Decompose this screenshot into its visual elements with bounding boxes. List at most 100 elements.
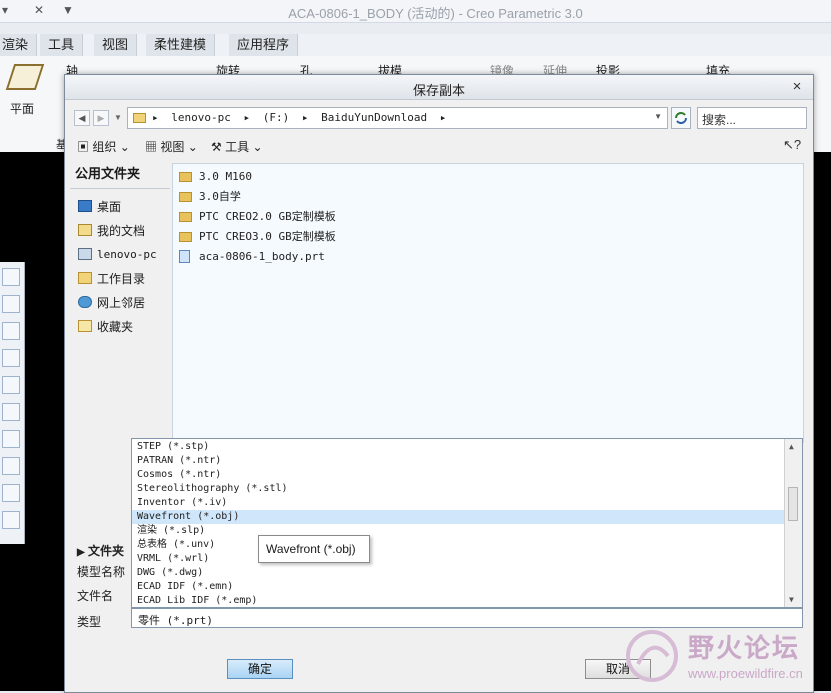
app-title: ACA-0806-1_BODY (活动的) - Creo Parametric … — [288, 6, 583, 21]
type-option[interactable]: ECAD IDF (*.emn) — [132, 580, 784, 594]
part-file-icon — [179, 250, 190, 263]
chevron-down-icon: ⌄ — [119, 140, 130, 154]
watermark: 野火论坛 www.proewildfire.cn — [618, 622, 831, 691]
type-option[interactable]: STEP (*.stp) — [132, 440, 784, 454]
refresh-icon[interactable] — [671, 107, 691, 129]
type-dropdown-list[interactable]: STEP (*.stp) PATRAN (*.ntr) Cosmos (*.nt… — [131, 438, 803, 608]
zoom-in-icon[interactable] — [2, 295, 20, 313]
folder-icon — [179, 212, 192, 222]
tooltip: Wavefront (*.obj) — [258, 535, 370, 563]
tab-render[interactable]: 渲染 — [0, 34, 38, 56]
type-option[interactable]: ECAD Lib IDF (*.emp) — [132, 594, 784, 608]
working-directory-icon — [78, 272, 92, 284]
chevron-down-icon: ⌄ — [252, 140, 263, 154]
computer-icon — [78, 248, 92, 260]
tab-flexible-modeling[interactable]: 柔性建模 — [146, 34, 216, 56]
organize-icon: ▣ — [77, 140, 90, 154]
network-icon — [78, 296, 92, 308]
list-item[interactable]: PTC CREO3.0 GB定制模板 — [179, 228, 336, 246]
type-option[interactable]: PATRAN (*.ntr) — [132, 454, 784, 468]
type-option[interactable]: 渲染 (*.slp) — [132, 524, 784, 538]
tab-tools[interactable]: 工具 — [40, 34, 84, 56]
sidebar-item-favorites[interactable]: 收藏夹 — [70, 315, 170, 339]
search-input[interactable]: 搜索... — [697, 107, 807, 129]
refit-icon[interactable] — [2, 268, 20, 286]
sidebar-item-network[interactable]: 网上邻居 — [70, 291, 170, 315]
list-item[interactable]: PTC CREO2.0 GB定制模板 — [179, 208, 336, 226]
scroll-down-icon[interactable]: ▼ — [789, 595, 794, 604]
expand-arrow-icon: ▶ — [77, 547, 85, 558]
view-grid-icon: ▦ — [145, 140, 158, 154]
watermark-logo — [626, 630, 678, 682]
documents-icon — [78, 224, 92, 236]
common-folders-pane: 公用文件夹 桌面 我的文档 lenovo-pc 工作目录 网上邻居 收藏夹 — [70, 161, 170, 439]
tools-menu[interactable]: ⚒ 工具 ⌄ — [211, 138, 263, 155]
dropdown-scrollbar[interactable]: ▲ ▼ — [784, 439, 802, 607]
type-label: 类型 — [77, 615, 102, 629]
folder-icon — [133, 113, 146, 123]
file-name-label: 文件名 — [77, 589, 114, 603]
list-item[interactable]: aca-0806-1_body.prt — [179, 248, 325, 266]
tab-view[interactable]: 视图 — [94, 34, 138, 56]
type-option[interactable]: Cosmos (*.ntr) — [132, 468, 784, 482]
view-menu[interactable]: ▦ 视图 ⌄ — [145, 138, 198, 155]
breadcrumb-drive[interactable]: (F:) — [263, 111, 290, 124]
scrollbar-thumb[interactable] — [788, 487, 798, 521]
list-item[interactable]: 3.0自学 — [179, 188, 241, 206]
desktop-icon — [78, 200, 92, 212]
type-option[interactable]: 总表格 (*.unv) — [132, 538, 784, 552]
type-option[interactable]: VRML (*.wrl) — [132, 552, 784, 566]
sidebar-item-desktop[interactable]: 桌面 — [70, 195, 170, 219]
app-title-bar: ▾ ✕ ▼ ACA-0806-1_BODY (活动的) - Creo Param… — [0, 0, 831, 23]
model-name-label: 模型名称 — [77, 565, 126, 579]
sidebar-item-working-directory[interactable]: 工作目录 — [70, 267, 170, 291]
close-icon[interactable]: × — [789, 78, 805, 95]
dialog-toolbar: ▣ 组织 ⌄ ▦ 视图 ⌄ ⚒ 工具 ⌄ ↖? — [65, 135, 813, 159]
forward-arrow-icon[interactable]: ▶ — [93, 110, 109, 126]
context-help-icon[interactable]: ↖? — [783, 137, 801, 153]
tab-applications[interactable]: 应用程序 — [229, 34, 299, 56]
type-option[interactable]: DWG (*.dwg) — [132, 566, 784, 580]
breadcrumb-folder[interactable]: BaiduYunDownload — [321, 111, 427, 124]
chevron-down-icon: ⌄ — [187, 140, 198, 154]
navigation-bar: ◀ ▶ ▼ ▸ lenovo-pc ▸ (F:) ▸ BaiduYunDownl… — [65, 102, 813, 134]
ribbon-tab-strip: 渲染 工具 视图 柔性建模 应用程序 — [0, 34, 831, 56]
view-manager-icon[interactable] — [2, 430, 20, 448]
dialog-title-bar: 保存副本 × — [65, 75, 813, 100]
type-option-selected[interactable]: Wavefront (*.obj) — [132, 510, 784, 524]
back-arrow-icon[interactable]: ◀ — [74, 110, 90, 126]
type-option[interactable]: Inventor (*.iv) — [132, 496, 784, 510]
sidebar-item-my-documents[interactable]: 我的文档 — [70, 219, 170, 243]
common-folders-header: 公用文件夹 — [70, 161, 170, 189]
annotation-display-icon[interactable] — [2, 484, 20, 502]
watermark-url: www.proewildfire.cn — [688, 666, 803, 681]
address-dropdown-icon[interactable]: ▼ — [654, 112, 662, 121]
view-toolbar — [0, 262, 25, 544]
organize-menu[interactable]: ▣ 组织 ⌄ — [77, 138, 130, 155]
datum-display-icon[interactable] — [2, 457, 20, 475]
ok-button[interactable]: 确定 — [227, 659, 293, 679]
sidebar-item-lenovo-pc[interactable]: lenovo-pc — [70, 243, 170, 267]
zoom-out-icon[interactable] — [2, 322, 20, 340]
folder-icon — [179, 172, 192, 182]
folder-icon — [179, 232, 192, 242]
address-bar[interactable]: ▸ lenovo-pc ▸ (F:) ▸ BaiduYunDownload ▸ … — [127, 107, 668, 129]
history-dropdown-icon[interactable]: ▼ — [114, 113, 122, 122]
favorites-icon — [78, 320, 92, 332]
dialog-title: 保存副本 — [412, 83, 465, 98]
scroll-up-icon[interactable]: ▲ — [789, 442, 794, 451]
type-option[interactable]: Stereolithography (*.stl) — [132, 482, 784, 496]
file-list[interactable]: 3.0 M160 3.0自学 PTC CREO2.0 GB定制模板 PTC CR… — [172, 163, 804, 443]
display-style-icon[interactable] — [2, 376, 20, 394]
folder-tree-toggle[interactable]: ▶ 文件夹 — [77, 542, 124, 559]
plane-button-label[interactable]: 平面 — [10, 100, 34, 117]
watermark-text: 野火论坛 — [688, 633, 801, 663]
folder-icon — [179, 192, 192, 202]
spin-center-icon[interactable] — [2, 511, 20, 529]
type-select[interactable]: 零件 (*.prt) — [131, 608, 803, 628]
repaint-icon[interactable] — [2, 349, 20, 367]
breadcrumb-computer[interactable]: lenovo-pc — [171, 111, 231, 124]
list-item[interactable]: 3.0 M160 — [179, 168, 252, 186]
saved-orientations-icon[interactable] — [2, 403, 20, 421]
plane-icon[interactable] — [5, 64, 45, 90]
